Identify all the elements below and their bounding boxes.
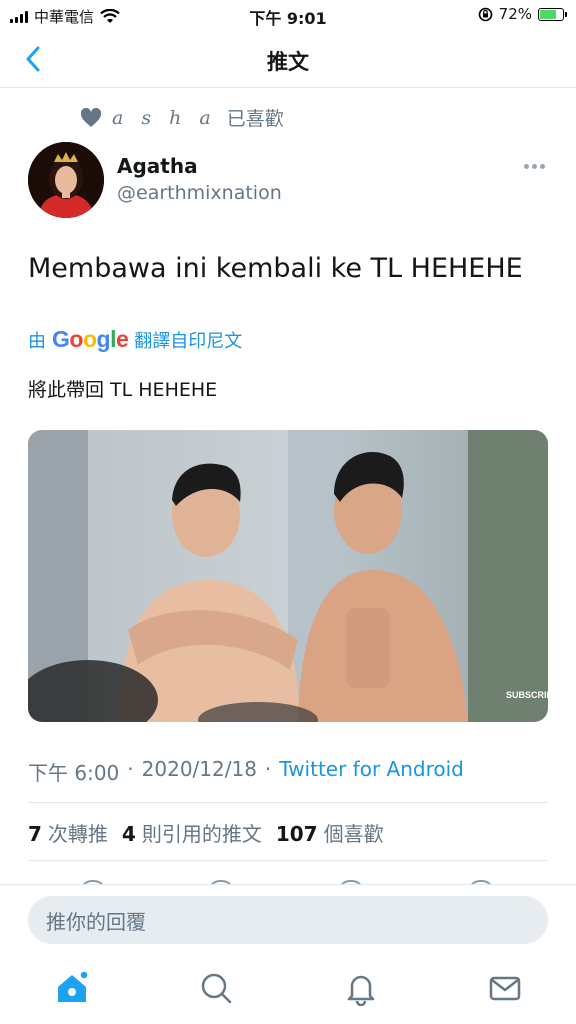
translated-text: 將此帶回 TL HEHEHE [28, 379, 218, 401]
tweet-text: Membawa ini kembali ke TL HEHEHE [28, 253, 523, 284]
author-name[interactable]: Agatha [117, 154, 198, 178]
translate-link[interactable]: 由 Google 翻譯自印尼文 [28, 326, 242, 353]
tweet-meta: 下午 6:00 · 2020/12/18 · Twitter for Andro… [28, 757, 464, 786]
meta-separator: · [127, 757, 134, 781]
media-watermark: SUBSCRIBE [506, 690, 548, 700]
more-options-icon[interactable] [524, 158, 548, 174]
avatar[interactable] [28, 142, 104, 218]
reply-input[interactable]: 推你的回覆 [28, 896, 548, 944]
home-icon[interactable] [54, 970, 90, 1006]
author-handle[interactable]: @earthmixnation [117, 182, 282, 204]
quotes-label: 則引用的推文 [141, 822, 262, 846]
likes-stat[interactable]: 107 個喜歡 [276, 818, 384, 847]
translate-prefix: 由 [28, 330, 46, 352]
meta-separator: · [264, 757, 272, 781]
media-image: SUBSCRIBE [28, 430, 548, 722]
battery-level [540, 9, 556, 19]
divider [28, 860, 548, 861]
battery-icon [538, 7, 567, 21]
tweet-stats: 7 次轉推 4 則引用的推文 107 個喜歡 [28, 818, 384, 847]
likes-count: 107 [275, 822, 318, 846]
battery-percent: 72% [498, 5, 532, 23]
avatar-image [28, 142, 104, 218]
quotes-count: 4 [121, 822, 136, 846]
bell-icon[interactable] [343, 970, 379, 1006]
bottom-tab-bar [0, 954, 576, 1024]
status-right: 72% [478, 5, 567, 23]
tweet-date: 2020/12/18 [141, 757, 257, 781]
translate-suffix: 翻譯自印尼文 [134, 330, 243, 352]
likes-label: 個喜歡 [323, 822, 384, 846]
google-logo: Google [52, 326, 129, 352]
liked-label: 已喜歡 [226, 108, 284, 130]
retweets-label: 次轉推 [47, 822, 108, 846]
tweet-media[interactable]: SUBSCRIBE [28, 430, 548, 722]
rotation-lock-icon [478, 7, 492, 21]
page-title: 推文 [267, 50, 309, 74]
retweets-count: 7 [28, 822, 42, 846]
tweet-source[interactable]: Twitter for Android [279, 757, 464, 786]
heart-icon [80, 107, 102, 127]
divider [28, 802, 548, 803]
search-icon[interactable] [198, 970, 234, 1006]
status-bar: 中華電信 下午 9:01 72% [0, 0, 576, 30]
quotes-stat[interactable]: 4 則引用的推文 [122, 818, 262, 847]
mail-icon[interactable] [487, 970, 523, 1006]
liker-name: a s h a [112, 106, 217, 129]
nav-header: 推文 [0, 32, 576, 88]
social-context[interactable]: a s h a 已喜歡 [80, 104, 284, 131]
retweets-stat[interactable]: 7 次轉推 [28, 818, 108, 847]
tweet-time: 下午 6:00 [28, 761, 120, 785]
